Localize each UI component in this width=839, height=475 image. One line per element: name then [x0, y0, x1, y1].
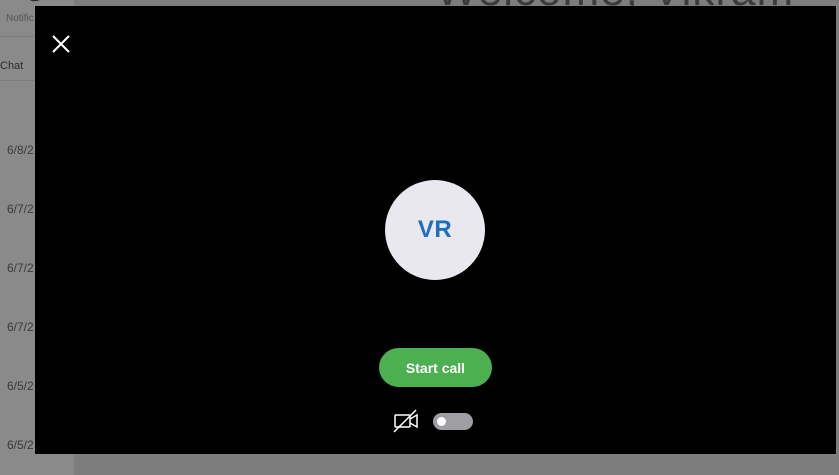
start-call-button[interactable]: Start call — [379, 348, 492, 387]
avatar-initials: VR — [417, 216, 453, 243]
close-icon — [52, 35, 70, 53]
background-date: 6/7/2 — [7, 202, 34, 216]
background-date: 6/5/2 — [7, 379, 34, 393]
video-off-icon — [393, 409, 418, 433]
avatar: VR — [385, 180, 485, 280]
background-chat-filter: Chat — [0, 60, 24, 72]
background-date: 6/7/2 — [7, 261, 34, 275]
call-preview-modal: VR Start call — [35, 6, 836, 454]
background-date: 6/8/2 — [7, 143, 34, 157]
close-button[interactable] — [50, 33, 72, 55]
background-notifications-label: Notific — [6, 13, 34, 24]
toggle-knob — [437, 417, 446, 426]
background-date: 6/5/2 — [7, 438, 34, 452]
video-toggle[interactable] — [433, 413, 473, 430]
background-date: 6/7/2 — [7, 320, 34, 334]
